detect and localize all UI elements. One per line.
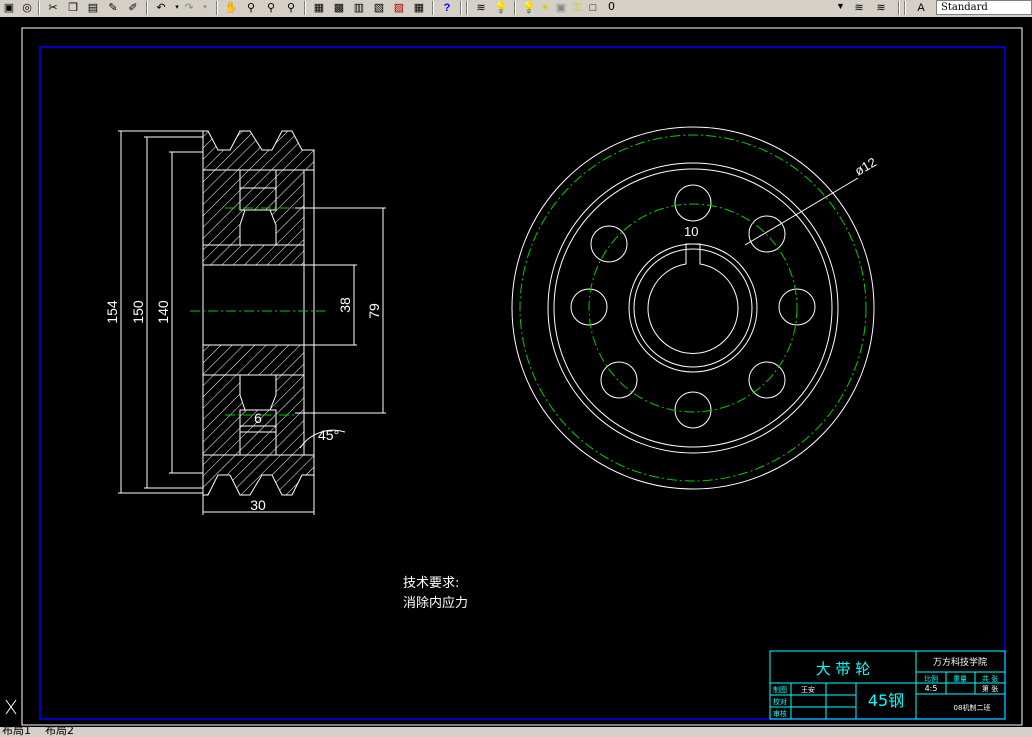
text-style-dropdown[interactable]: Standard: [936, 0, 1032, 15]
toolbar-separator: [466, 1, 468, 15]
dim-angle: 45°: [318, 427, 339, 443]
dim-150: 150: [130, 300, 146, 324]
drawn-label: 制图: [773, 685, 787, 694]
part-name: 大 带 轮: [816, 660, 871, 678]
toolbar-separator: [432, 1, 434, 15]
chevron-down-icon[interactable]: ▼: [836, 1, 845, 11]
copy-icon[interactable]: ❐: [64, 0, 82, 16]
dim-30: 30: [250, 497, 266, 513]
print-icon[interactable]: ▣: [0, 0, 18, 16]
qty-label: 重量: [953, 675, 967, 683]
redo-dropdown-icon[interactable]: ▾: [196, 0, 214, 16]
layout-tabs: 布局1 布局2: [0, 727, 1032, 737]
drawing-canvas[interactable]: 154 150 140 38 79 6 30 45° ø12 10 技术要求: …: [0, 17, 1032, 727]
toolbar-separator: [38, 1, 40, 15]
color-swatch-icon: □: [589, 2, 597, 14]
dim-keyway: 10: [684, 224, 698, 239]
layer-on-icon[interactable]: 💡: [492, 0, 510, 16]
toolbar-separator: [304, 1, 306, 15]
current-layer-value: 0: [608, 0, 615, 13]
toolbar-separator: [460, 1, 462, 15]
scale-label: 比例: [924, 674, 938, 683]
dim-154: 154: [104, 300, 120, 324]
class-name: 08机制二班: [954, 703, 991, 712]
toolbar-separator: [898, 1, 900, 15]
zoom-previous-icon[interactable]: ⚲: [282, 0, 300, 16]
notes-line-1: 消除内应力: [403, 595, 468, 611]
tab-layout2[interactable]: 布局2: [45, 727, 74, 737]
sheet-label: 共 张: [982, 674, 998, 683]
drawer-name: 王安: [801, 685, 815, 694]
layer-previous-icon[interactable]: ≋: [872, 0, 890, 16]
layer-manager-icon[interactable]: ≋: [472, 0, 490, 16]
toolbar-separator: [216, 1, 218, 15]
design-center-icon[interactable]: ▩: [330, 0, 348, 16]
tab-layout1[interactable]: 布局1: [2, 727, 31, 737]
notes-title: 技术要求:: [403, 576, 459, 591]
hub-bottom-hatch: [202, 344, 305, 376]
toolbar-separator: [146, 1, 148, 15]
text-style-icon[interactable]: A: [912, 0, 930, 16]
calculator-icon[interactable]: ▦: [410, 0, 428, 16]
paste-icon[interactable]: ▤: [84, 0, 102, 16]
checked-label: 校对: [773, 697, 787, 706]
make-object-layer-current-icon[interactable]: ≋: [850, 0, 868, 16]
review-label: 审核: [773, 709, 787, 718]
material: 45钢: [868, 691, 904, 710]
help-icon[interactable]: ?: [438, 0, 456, 16]
scale-value: 4:5: [925, 684, 938, 693]
toolbar-separator: [514, 1, 516, 15]
sheet-of: 第 张: [982, 684, 998, 693]
zoom-realtime-icon[interactable]: ⚲: [242, 0, 260, 16]
standard-toolbar: ▣ ◎ ✂ ❐ ▤ ✎ ✐ ↶ ▾ ↷ ▾ ✋ ⚲ ⚲ ⚲ ▦ ▩ ▥ ▧ ▨ …: [0, 0, 1032, 18]
hub-top-hatch: [202, 244, 305, 266]
school-name: 万方科技学院: [933, 656, 987, 668]
layer-dropdown[interactable]: 💡 ☀ ▣ ⚿ □ 0 ▼: [520, 0, 846, 16]
toolbar-separator: [904, 1, 906, 15]
brush-icon[interactable]: ✐: [124, 0, 142, 16]
sheet-set-icon[interactable]: ▧: [370, 0, 388, 16]
text-style-value: Standard: [941, 2, 988, 13]
dim-140: 140: [155, 300, 171, 324]
zoom-window-icon[interactable]: ⚲: [262, 0, 280, 16]
properties-icon[interactable]: ▦: [310, 0, 328, 16]
dim-79: 79: [366, 303, 382, 319]
markup-icon[interactable]: ▨: [390, 0, 408, 16]
dim-6: 6: [254, 410, 262, 426]
match-properties-icon[interactable]: ✎: [104, 0, 122, 16]
pan-icon[interactable]: ✋: [222, 0, 240, 16]
tool-palettes-icon[interactable]: ▥: [350, 0, 368, 16]
dim-38: 38: [337, 297, 353, 313]
cut-icon[interactable]: ✂: [44, 0, 62, 16]
plot-preview-icon[interactable]: ◎: [18, 0, 36, 16]
